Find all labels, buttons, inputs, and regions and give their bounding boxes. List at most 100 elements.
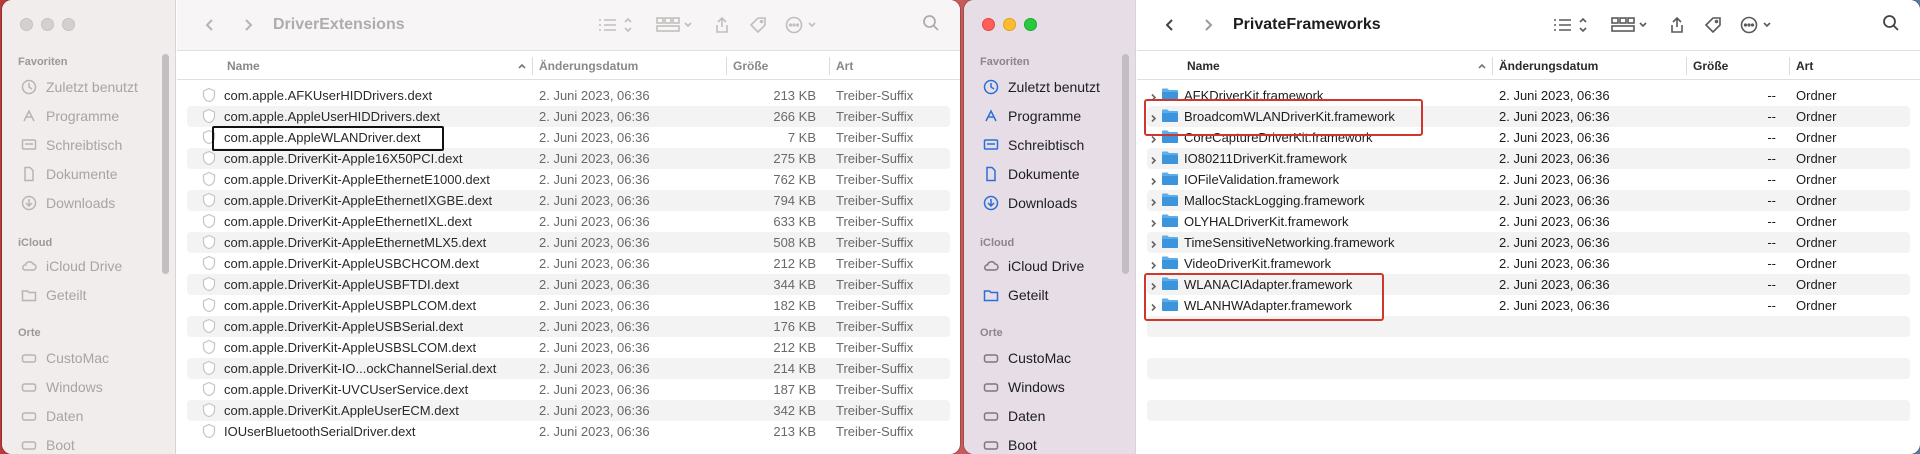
table-row[interactable]: CoreCaptureDriverKit.framework 2. Juni 20…	[1147, 127, 1910, 148]
disclosure-chevron-icon[interactable]	[1149, 132, 1158, 147]
table-row[interactable]: com.apple.DriverKit-IO...ockChannelSeria…	[187, 358, 950, 379]
table-row[interactable]: com.apple.DriverKit-AppleUSBSerial.dext 2…	[187, 316, 950, 337]
table-row[interactable]: TimeSensitiveNetworking.framework 2. Juni…	[1147, 232, 1910, 253]
table-row[interactable]: BroadcomWLANDriverKit.framework 2. Juni 2…	[1147, 106, 1910, 127]
table-row[interactable]: com.apple.DriverKit-AppleEthernetIXGBE.d…	[187, 190, 950, 211]
view-list-button[interactable]	[597, 12, 637, 38]
search-button[interactable]	[922, 14, 940, 35]
sidebar-item-customac[interactable]: CustoMac	[982, 347, 1071, 369]
disclosure-chevron-icon[interactable]	[1149, 300, 1158, 315]
column-divider[interactable]	[532, 57, 533, 75]
column-header-name[interactable]: Name	[227, 59, 260, 73]
table-row[interactable]: AFKDriverKit.framework 2. Juni 2023, 06:3…	[1147, 85, 1910, 106]
table-row[interactable]: VideoDriverKit.framework 2. Juni 2023, 06…	[1147, 253, 1910, 274]
sidebar-item-windows[interactable]: Windows	[20, 376, 103, 398]
tag-button[interactable]	[749, 12, 767, 38]
minimize-button[interactable]	[41, 18, 54, 31]
close-button[interactable]	[20, 18, 33, 31]
table-row[interactable]: IOFileValidation.framework 2. Juni 2023, …	[1147, 169, 1910, 190]
table-row[interactable]: com.apple.DriverKit-AppleUSBCHCOM.dext 2.…	[187, 253, 950, 274]
forward-button[interactable]	[1195, 12, 1221, 38]
table-row[interactable]: com.apple.DriverKit-AppleEthernetIXL.dex…	[187, 211, 950, 232]
sidebar-item-documents[interactable]: Dokumente	[982, 163, 1080, 185]
table-row[interactable]: com.apple.DriverKit-AppleUSBSLCOM.dext 2.…	[187, 337, 950, 358]
sidebar-item-customac[interactable]: CustoMac	[20, 347, 109, 369]
column-header-date[interactable]: Änderungsdatum	[539, 59, 638, 73]
sidebar-scrollbar[interactable]	[1122, 54, 1129, 274]
table-row[interactable]: com.apple.DriverKit-AppleEthernetE1000.d…	[187, 169, 950, 190]
search-button[interactable]	[1882, 14, 1900, 35]
table-row[interactable]: IO80211DriverKit.framework 2. Juni 2023, …	[1147, 148, 1910, 169]
group-button[interactable]	[655, 12, 695, 38]
column-header-size[interactable]: Größe	[733, 59, 768, 73]
column-header-date[interactable]: Änderungsdatum	[1499, 59, 1598, 73]
group-button[interactable]	[1610, 12, 1650, 38]
table-row[interactable]: com.apple.DriverKit-UVCUserService.dext 2…	[187, 379, 950, 400]
sidebar-item-recents[interactable]: Zuletzt benutzt	[20, 76, 138, 98]
back-button[interactable]	[1157, 12, 1183, 38]
sidebar-item-applications[interactable]: Programme	[982, 105, 1081, 127]
sidebar-item-downloads[interactable]: Downloads	[20, 192, 115, 214]
sidebar-item-recents[interactable]: Zuletzt benutzt	[982, 76, 1100, 98]
sidebar-item-daten[interactable]: Daten	[982, 405, 1045, 427]
sidebar-item-desktop[interactable]: Schreibtisch	[982, 134, 1084, 156]
sidebar-item-shared[interactable]: Geteilt	[20, 284, 86, 306]
column-divider[interactable]	[726, 57, 727, 75]
disclosure-chevron-icon[interactable]	[1149, 279, 1158, 294]
sidebar-scrollbar[interactable]	[162, 54, 169, 274]
disclosure-chevron-icon[interactable]	[1149, 258, 1158, 273]
sidebar-item-daten[interactable]: Daten	[20, 405, 83, 427]
column-header-kind[interactable]: Art	[836, 59, 853, 73]
table-row[interactable]: com.apple.AFKUserHIDDrivers.dext 2. Juni …	[187, 85, 950, 106]
share-button[interactable]	[713, 12, 731, 38]
more-actions-button[interactable]	[1740, 12, 1776, 38]
disclosure-chevron-icon[interactable]	[1149, 90, 1158, 105]
minimize-button[interactable]	[1003, 18, 1016, 31]
zoom-button[interactable]	[1024, 18, 1037, 31]
zoom-button[interactable]	[62, 18, 75, 31]
table-row[interactable]: com.apple.AppleUserHIDDrivers.dext 2. Jun…	[187, 106, 950, 127]
close-button[interactable]	[982, 18, 995, 31]
tag-button[interactable]	[1704, 12, 1722, 38]
disclosure-chevron-icon[interactable]	[1149, 237, 1158, 252]
sidebar-item-icloud-drive[interactable]: iCloud Drive	[20, 255, 122, 277]
table-row[interactable]: com.apple.DriverKit.AppleUserECM.dext 2. …	[187, 400, 950, 421]
sidebar-item-applications[interactable]: Programme	[20, 105, 119, 127]
back-button[interactable]	[197, 12, 223, 38]
sidebar-item-desktop[interactable]: Schreibtisch	[20, 134, 122, 156]
column-divider[interactable]	[1789, 57, 1790, 75]
more-actions-button[interactable]	[785, 12, 821, 38]
column-divider[interactable]	[1492, 57, 1493, 75]
cell-name: com.apple.AppleWLANDriver.dext	[224, 130, 421, 145]
table-row[interactable]: com.apple.DriverKit-AppleUSBPLCOM.dext 2.…	[187, 295, 950, 316]
sidebar-item-shared[interactable]: Geteilt	[982, 284, 1048, 306]
table-row[interactable]: OLYHALDriverKit.framework 2. Juni 2023, 0…	[1147, 211, 1910, 232]
table-row[interactable]: WLANHWAdapter.framework 2. Juni 2023, 06:…	[1147, 295, 1910, 316]
sidebar-item-boot[interactable]: Boot	[982, 434, 1037, 454]
column-divider[interactable]	[1686, 57, 1687, 75]
table-row[interactable]: IOUserBluetoothSerialDriver.dext 2. Juni …	[187, 421, 950, 442]
sidebar-item-documents[interactable]: Dokumente	[20, 163, 118, 185]
sidebar-item-icloud-drive[interactable]: iCloud Drive	[982, 255, 1084, 277]
disclosure-chevron-icon[interactable]	[1149, 195, 1158, 210]
table-row[interactable]: com.apple.DriverKit-Apple16X50PCI.dext 2.…	[187, 148, 950, 169]
table-row[interactable]: MallocStackLogging.framework 2. Juni 2023…	[1147, 190, 1910, 211]
table-row[interactable]: com.apple.DriverKit-AppleEthernetMLX5.de…	[187, 232, 950, 253]
sidebar-item-downloads[interactable]: Downloads	[982, 192, 1077, 214]
forward-button[interactable]	[235, 12, 261, 38]
disclosure-chevron-icon[interactable]	[1149, 216, 1158, 231]
disclosure-chevron-icon[interactable]	[1149, 174, 1158, 189]
table-row[interactable]: WLANACIAdapter.framework 2. Juni 2023, 06…	[1147, 274, 1910, 295]
disclosure-chevron-icon[interactable]	[1149, 153, 1158, 168]
table-row[interactable]: com.apple.DriverKit-AppleUSBFTDI.dext 2. …	[187, 274, 950, 295]
table-row[interactable]: com.apple.AppleWLANDriver.dext 2. Juni 20…	[187, 127, 950, 148]
disclosure-chevron-icon[interactable]	[1149, 111, 1158, 126]
share-button[interactable]	[1668, 12, 1686, 38]
column-header-size[interactable]: Größe	[1693, 59, 1728, 73]
sidebar-item-windows[interactable]: Windows	[982, 376, 1065, 398]
sidebar-item-boot[interactable]: Boot	[20, 434, 75, 454]
column-divider[interactable]	[829, 57, 830, 75]
view-list-button[interactable]	[1552, 12, 1592, 38]
column-header-kind[interactable]: Art	[1796, 59, 1813, 73]
column-header-name[interactable]: Name	[1187, 59, 1220, 73]
